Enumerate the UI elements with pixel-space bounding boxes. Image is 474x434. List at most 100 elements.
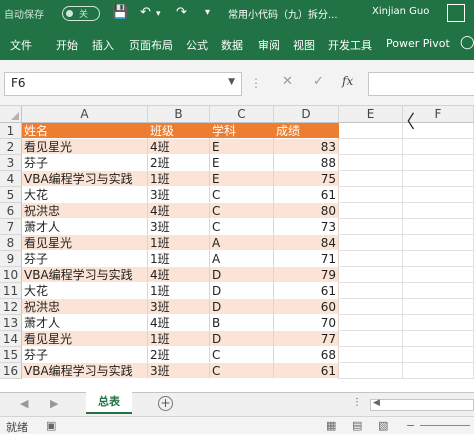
empty-cell[interactable] [403, 235, 474, 251]
empty-cell[interactable] [403, 299, 474, 315]
row-header-3[interactable]: 3 [0, 155, 22, 171]
table-cell[interactable]: 77 [274, 331, 339, 347]
table-cell[interactable]: 1班 [148, 235, 210, 251]
table-cell[interactable]: E [210, 155, 274, 171]
lightbulb-icon[interactable]: ◯ [460, 35, 474, 50]
table-cell[interactable]: D [210, 299, 274, 315]
table-cell[interactable]: C [210, 203, 274, 219]
select-all-button[interactable] [0, 106, 22, 123]
table-cell[interactable]: 80 [274, 203, 339, 219]
table-cell[interactable]: 萧才人 [22, 219, 148, 235]
tab-page-layout[interactable]: 页面布局 [129, 37, 173, 53]
insert-function-icon[interactable]: fx [342, 74, 353, 88]
table-cell[interactable]: 79 [274, 267, 339, 283]
row-header-11[interactable]: 11 [0, 283, 22, 299]
formula-input[interactable] [368, 72, 474, 96]
table-cell[interactable]: 萧才人 [22, 315, 148, 331]
table-cell[interactable]: 2班 [148, 155, 210, 171]
redo-icon[interactable]: ↷ [176, 5, 187, 20]
table-cell[interactable]: 1班 [148, 251, 210, 267]
table-cell[interactable]: C [210, 363, 274, 379]
table-cell[interactable]: 2班 [148, 347, 210, 363]
column-header-d[interactable]: D [274, 106, 339, 123]
row-header-13[interactable]: 13 [0, 315, 22, 331]
tab-file[interactable]: 文件 [10, 37, 32, 53]
tab-insert[interactable]: 插入 [92, 37, 114, 53]
table-cell[interactable]: C [210, 187, 274, 203]
user-name[interactable]: Xinjian Guo [372, 6, 429, 17]
empty-cell[interactable] [339, 171, 403, 187]
add-sheet-button[interactable]: + [158, 396, 173, 411]
table-cell[interactable]: 看见星光 [22, 331, 148, 347]
empty-cell[interactable] [403, 171, 474, 187]
normal-view-icon[interactable]: ▦ [326, 419, 336, 432]
tab-home[interactable]: 开始 [56, 37, 78, 53]
table-cell[interactable]: 75 [274, 171, 339, 187]
empty-cell[interactable] [339, 331, 403, 347]
table-cell[interactable]: C [210, 347, 274, 363]
scroll-left-icon[interactable]: ◀ [373, 398, 380, 408]
tab-developer[interactable]: 开发工具 [328, 37, 372, 53]
table-cell[interactable]: 3班 [148, 299, 210, 315]
table-cell[interactable]: 4班 [148, 267, 210, 283]
zoom-out-icon[interactable]: − [406, 419, 415, 432]
column-header-a[interactable]: A [22, 106, 148, 123]
next-sheet-icon[interactable]: ▶ [50, 397, 58, 410]
table-cell[interactable]: 1班 [148, 283, 210, 299]
table-cell[interactable]: 83 [274, 139, 339, 155]
empty-cell[interactable] [403, 187, 474, 203]
cancel-icon[interactable]: ✕ [282, 74, 293, 89]
row-header-10[interactable]: 10 [0, 267, 22, 283]
row-header-14[interactable]: 14 [0, 331, 22, 347]
table-cell[interactable]: B [210, 315, 274, 331]
tab-review[interactable]: 审阅 [258, 37, 280, 53]
empty-cell[interactable] [403, 331, 474, 347]
table-cell[interactable]: 61 [274, 187, 339, 203]
row-header-9[interactable]: 9 [0, 251, 22, 267]
empty-cell[interactable] [339, 251, 403, 267]
table-cell[interactable]: 3班 [148, 219, 210, 235]
sheet-tab-summary[interactable]: 总表 [86, 392, 132, 414]
row-header-1[interactable]: 1 [0, 123, 22, 139]
table-cell[interactable]: D [210, 331, 274, 347]
table-cell[interactable]: 68 [274, 347, 339, 363]
tab-data[interactable]: 数据 [221, 37, 243, 53]
table-cell[interactable]: E [210, 139, 274, 155]
table-cell[interactable]: D [210, 267, 274, 283]
empty-cell[interactable] [339, 123, 403, 139]
table-header-cell[interactable]: 班级 [148, 123, 210, 139]
page-layout-view-icon[interactable]: ▤ [352, 419, 362, 432]
table-cell[interactable]: 芬子 [22, 347, 148, 363]
table-cell[interactable]: 1班 [148, 171, 210, 187]
empty-cell[interactable] [339, 235, 403, 251]
worksheet-grid[interactable]: A B C D E F 〈 1 姓名 班级 学科 成绩 2 看见星光 4班 E 83 3 芬子 2班 E 8… [0, 106, 474, 392]
table-cell[interactable]: C [210, 219, 274, 235]
macro-record-icon[interactable]: ▣ [46, 419, 56, 432]
table-cell[interactable]: 3班 [148, 187, 210, 203]
table-cell[interactable]: A [210, 235, 274, 251]
table-cell[interactable]: VBA编程学习与实践 [22, 363, 148, 379]
column-header-c[interactable]: C [210, 106, 274, 123]
table-cell[interactable]: 60 [274, 299, 339, 315]
undo-dropdown-icon[interactable]: ▾ [156, 9, 161, 19]
table-cell[interactable]: 4班 [148, 139, 210, 155]
tab-formulas[interactable]: 公式 [186, 37, 208, 53]
name-box[interactable]: F6 ▼ [4, 72, 242, 96]
table-cell[interactable]: 70 [274, 315, 339, 331]
save-icon[interactable]: 💾 [112, 5, 128, 20]
drag-handle-icon[interactable]: ⋮ [250, 76, 262, 90]
table-cell[interactable]: 61 [274, 363, 339, 379]
tab-power-pivot[interactable]: Power Pivot [386, 37, 450, 50]
table-cell[interactable]: 4班 [148, 203, 210, 219]
empty-cell[interactable] [403, 155, 474, 171]
table-cell[interactable]: 1班 [148, 331, 210, 347]
empty-cell[interactable] [339, 219, 403, 235]
account-icon[interactable] [447, 4, 465, 22]
table-cell[interactable]: 73 [274, 219, 339, 235]
table-cell[interactable]: 看见星光 [22, 235, 148, 251]
empty-cell[interactable] [403, 267, 474, 283]
previous-sheet-icon[interactable]: ◀ [20, 397, 28, 410]
table-cell[interactable]: VBA编程学习与实践 [22, 267, 148, 283]
empty-cell[interactable] [339, 315, 403, 331]
empty-cell[interactable] [339, 347, 403, 363]
